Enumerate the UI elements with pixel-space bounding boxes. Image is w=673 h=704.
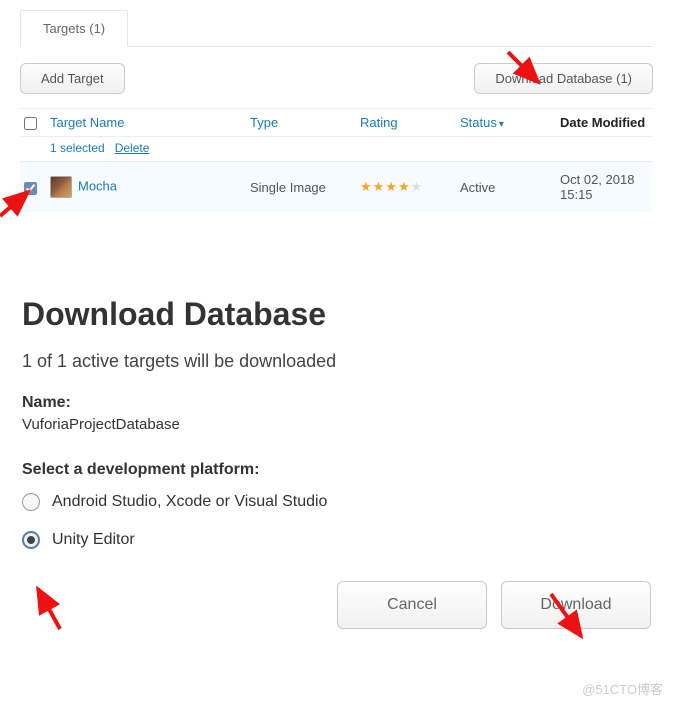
table-row[interactable]: Mocha Single Image ★★★★★ Active Oct 02, … (20, 162, 653, 213)
dialog-title: Download Database (22, 296, 651, 333)
dialog-subtitle: 1 of 1 active targets will be downloaded (22, 351, 651, 372)
download-button[interactable]: Download (501, 581, 651, 629)
col-rating[interactable]: Rating (356, 109, 456, 137)
col-status[interactable]: Status▾ (456, 109, 556, 137)
target-status: Active (456, 162, 556, 213)
target-thumbnail (50, 176, 72, 198)
target-rating: ★★★★★ (356, 162, 456, 213)
selected-count: 1 selected (50, 141, 105, 155)
delete-link[interactable]: Delete (115, 141, 150, 155)
platform-option-unity[interactable]: Unity Editor (22, 531, 651, 549)
row-checkbox[interactable] (24, 182, 37, 195)
col-date[interactable]: Date Modified (556, 109, 653, 137)
cancel-button[interactable]: Cancel (337, 581, 487, 629)
download-dialog: Download Database 1 of 1 active targets … (0, 212, 673, 549)
tabs-bar: Targets (1) (20, 10, 653, 47)
target-name-link[interactable]: Mocha (78, 179, 117, 194)
platform-option-android[interactable]: Android Studio, Xcode or Visual Studio (22, 493, 651, 511)
radio-icon (22, 531, 40, 549)
name-label: Name: (22, 394, 651, 412)
radio-icon (22, 493, 40, 511)
tab-targets[interactable]: Targets (1) (20, 10, 128, 47)
target-date: Oct 02, 2018 15:15 (556, 162, 653, 213)
select-all-checkbox[interactable] (24, 117, 37, 130)
col-type[interactable]: Type (246, 109, 356, 137)
target-type: Single Image (246, 162, 356, 213)
add-target-button[interactable]: Add Target (20, 63, 125, 94)
platform-option-label: Android Studio, Xcode or Visual Studio (52, 493, 327, 511)
col-name[interactable]: Target Name (46, 109, 246, 137)
name-value: VuforiaProjectDatabase (22, 416, 651, 433)
chevron-down-icon: ▾ (499, 119, 504, 130)
platform-option-label: Unity Editor (52, 531, 135, 549)
platform-label: Select a development platform: (22, 461, 651, 479)
targets-table: Target Name Type Rating Status▾ Date Mod… (20, 108, 653, 212)
download-database-button[interactable]: Download Database (1) (474, 63, 653, 94)
watermark: @51CTO博客 (582, 679, 663, 698)
